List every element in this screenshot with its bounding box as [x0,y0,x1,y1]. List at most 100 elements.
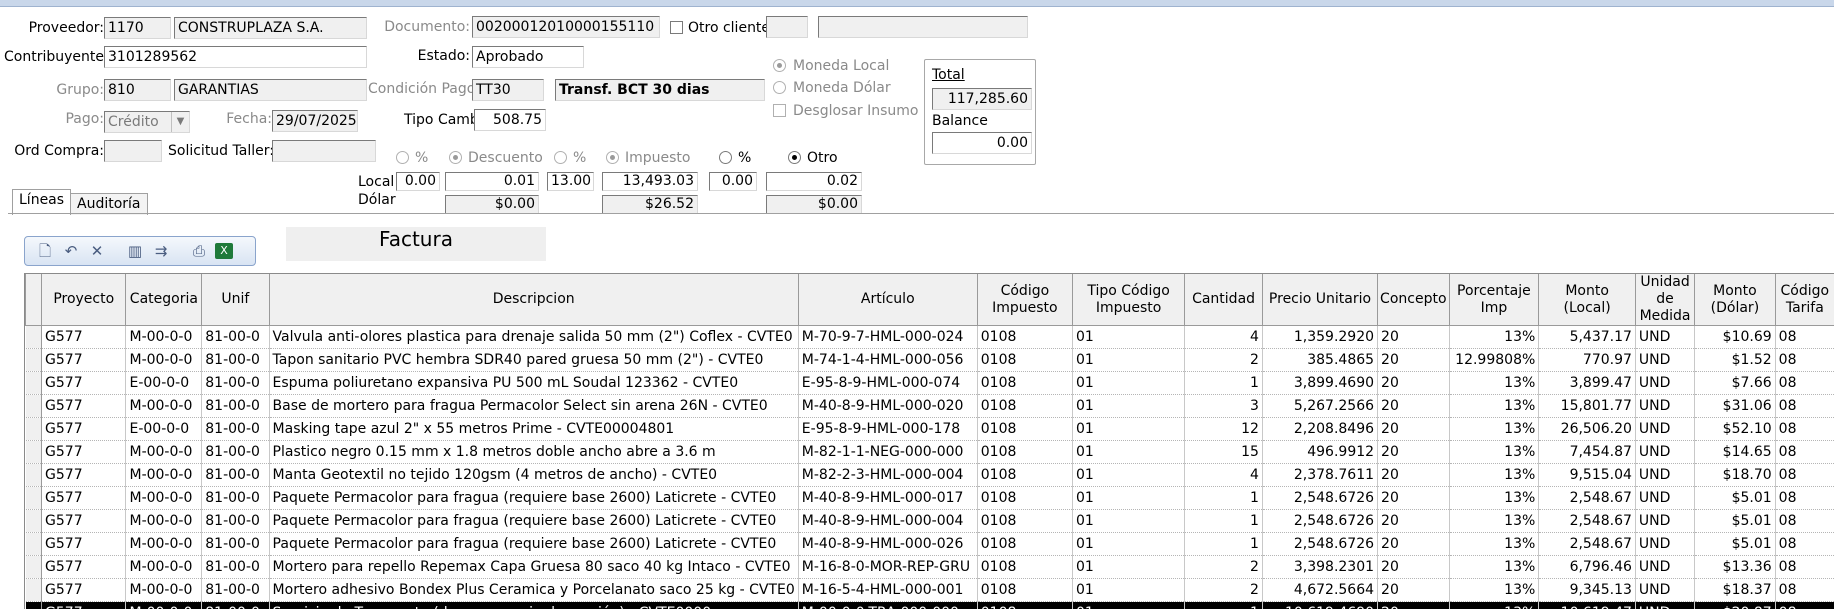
fecha-field[interactable]: 29/07/2025 [272,110,358,132]
cell-codigo-impuesto[interactable]: 0108 [977,441,1072,464]
table-row[interactable]: G577M-00-0-081-00-0Mortero adhesivo Bond… [26,579,1834,602]
cell-monto-local[interactable]: 7,454.87 [1539,441,1636,464]
cell-descripcion[interactable]: Plastico negro 0.15 mm x 1.8 metros dobl… [269,441,798,464]
cell-codigo-impuesto[interactable]: 0108 [977,487,1072,510]
cell-proyecto[interactable]: G577 [42,418,126,441]
row-selector[interactable] [26,372,42,395]
cell-categoria[interactable]: M-00-0-0 [126,464,202,487]
cell-porcentaje-imp[interactable]: 13% [1449,533,1539,556]
table-row[interactable]: G577M-00-0-081-00-0Valvula anti-olores p… [26,326,1834,349]
cell-porcentaje-imp[interactable]: 13% [1449,418,1539,441]
cell-precio-unitario[interactable]: 3,398.2301 [1262,556,1377,579]
cell-cantidad[interactable]: 1 [1185,487,1263,510]
table-row[interactable]: G577M-00-0-081-00-0Plastico negro 0.15 m… [26,441,1834,464]
cell-concepto[interactable]: 20 [1378,464,1449,487]
cell-concepto[interactable]: 20 [1378,579,1449,602]
cell-codigo-impuesto[interactable]: 0108 [977,556,1072,579]
cell-monto-dolar[interactable]: $52.10 [1695,418,1776,441]
otro-cliente-code-field[interactable] [766,16,808,38]
cell-unidad-medida[interactable]: UND [1635,464,1694,487]
cell-monto-dolar[interactable]: $18.37 [1695,579,1776,602]
moneda-dolar-radio[interactable] [773,81,786,94]
cell-monto-dolar[interactable]: $5.01 [1695,510,1776,533]
proveedor-name-field[interactable]: CONSTRUPLAZA S.A. [174,17,367,39]
otro-radio[interactable] [788,151,801,164]
row-selector[interactable] [26,441,42,464]
cell-codigo-impuesto[interactable]: 0108 [977,395,1072,418]
cell-categoria[interactable]: M-00-0-0 [126,556,202,579]
cell-descripcion[interactable]: Mortero para repello Repemax Capa Gruesa… [269,556,798,579]
otro-cliente-name-field[interactable] [818,16,1028,38]
moneda-local-radio[interactable] [773,59,786,72]
cell-proyecto[interactable]: G577 [42,556,126,579]
cell-precio-unitario[interactable]: 2,378.7611 [1262,464,1377,487]
cell-monto-local[interactable]: 9,515.04 [1539,464,1636,487]
table-row[interactable]: G577E-00-0-081-00-0Espuma poliuretano ex… [26,372,1834,395]
cell-codigo-tarifa[interactable]: 08 [1775,395,1834,418]
tipo-cambio-field[interactable]: 508.75 [474,109,546,131]
local-pct3-field[interactable]: 0.00 [709,172,757,191]
cell-porcentaje-imp[interactable]: 13% [1449,441,1539,464]
cell-codigo-impuesto[interactable]: 0108 [977,349,1072,372]
cell-concepto[interactable]: 20 [1378,533,1449,556]
cell-concepto[interactable]: 20 [1378,487,1449,510]
cell-proyecto[interactable]: G577 [42,510,126,533]
cell-articulo[interactable]: M-40-8-9-HML-000-020 [798,395,977,418]
cell-unif[interactable]: 81-00-0 [202,418,269,441]
cell-descripcion[interactable]: Paquete Permacolor para fragua (requiere… [269,533,798,556]
header-tipo-codigo-impuesto[interactable]: Tipo Código Impuesto [1073,274,1185,326]
cell-monto-dolar[interactable]: $5.01 [1695,487,1776,510]
cell-proyecto[interactable]: G577 [42,372,126,395]
cell-concepto[interactable]: 20 [1378,326,1449,349]
cell-porcentaje-imp[interactable]: 13% [1449,556,1539,579]
table-row[interactable]: G577M-00-0-081-00-0Paquete Permacolor pa… [26,510,1834,533]
cell-unidad-medida[interactable]: UND [1635,418,1694,441]
dolar-descuento-field[interactable]: $0.00 [445,195,539,214]
cell-porcentaje-imp[interactable]: 13% [1449,395,1539,418]
undo-icon[interactable]: ↶ [61,241,81,261]
cell-unif[interactable]: 81-00-0 [202,441,269,464]
dolar-otro-field[interactable]: $0.00 [766,195,862,214]
cell-monto-local[interactable]: 26,506.20 [1539,418,1636,441]
cell-precio-unitario[interactable]: 3,899.4690 [1262,372,1377,395]
cell-porcentaje-imp[interactable]: 13% [1449,510,1539,533]
table-row[interactable]: G577M-00-0-081-00-0Mortero para repello … [26,556,1834,579]
cell-articulo[interactable]: M-70-9-7-HML-000-024 [798,326,977,349]
header-categoria[interactable]: Categoria [126,274,202,326]
cell-unif[interactable]: 81-00-0 [202,556,269,579]
pct2-radio[interactable] [554,151,567,164]
cell-monto-dolar[interactable]: $18.70 [1695,464,1776,487]
cell-porcentaje-imp[interactable]: 13% [1449,487,1539,510]
header-concepto[interactable]: Concepto [1378,274,1449,326]
cell-proyecto[interactable]: G577 [42,464,126,487]
local-impuesto-field[interactable]: 13,493.03 [602,172,698,191]
cell-unidad-medida[interactable]: UND [1635,533,1694,556]
dolar-impuesto-field[interactable]: $26.52 [602,195,698,214]
table-row[interactable]: G577M-00-0-081-00-0Tapon sanitario PVC h… [26,349,1834,372]
row-selector[interactable] [26,556,42,579]
cell-unidad-medida[interactable]: UND [1635,326,1694,349]
cell-articulo[interactable]: M-16-5-4-HML-000-001 [798,579,977,602]
cell-unidad-medida[interactable]: UND [1635,556,1694,579]
local-descuento-field[interactable]: 0.01 [445,172,539,191]
cell-codigo-tarifa[interactable]: 08 [1775,533,1834,556]
cell-descripcion[interactable]: Masking tape azul 2" x 55 metros Prime -… [269,418,798,441]
cell-unif[interactable]: 81-00-0 [202,579,269,602]
cell-porcentaje-imp[interactable]: 13% [1449,579,1539,602]
cell-articulo[interactable]: M-82-1-1-NEG-000-000 [798,441,977,464]
cell-tipo-codigo-impuesto[interactable]: 01 [1073,464,1185,487]
cell-concepto[interactable]: 20 [1378,372,1449,395]
cell-descripcion[interactable]: Tapon sanitario PVC hembra SDR40 pared g… [269,349,798,372]
cell-articulo[interactable]: M-82-2-3-HML-000-004 [798,464,977,487]
descuento-radio[interactable] [449,151,462,164]
cell-precio-unitario[interactable]: 385.4865 [1262,349,1377,372]
cell-unif[interactable]: 81-00-0 [202,510,269,533]
cell-monto-local[interactable]: 770.97 [1539,349,1636,372]
cell-categoria[interactable]: M-00-0-0 [126,395,202,418]
cell-codigo-tarifa[interactable]: 08 [1775,326,1834,349]
cell-articulo[interactable]: E-95-8-9-HML-000-074 [798,372,977,395]
cell-unidad-medida[interactable]: UND [1635,579,1694,602]
cell-concepto[interactable]: 20 [1378,418,1449,441]
cell-monto-dolar[interactable]: $10.69 [1695,326,1776,349]
cell-concepto[interactable]: 20 [1378,395,1449,418]
